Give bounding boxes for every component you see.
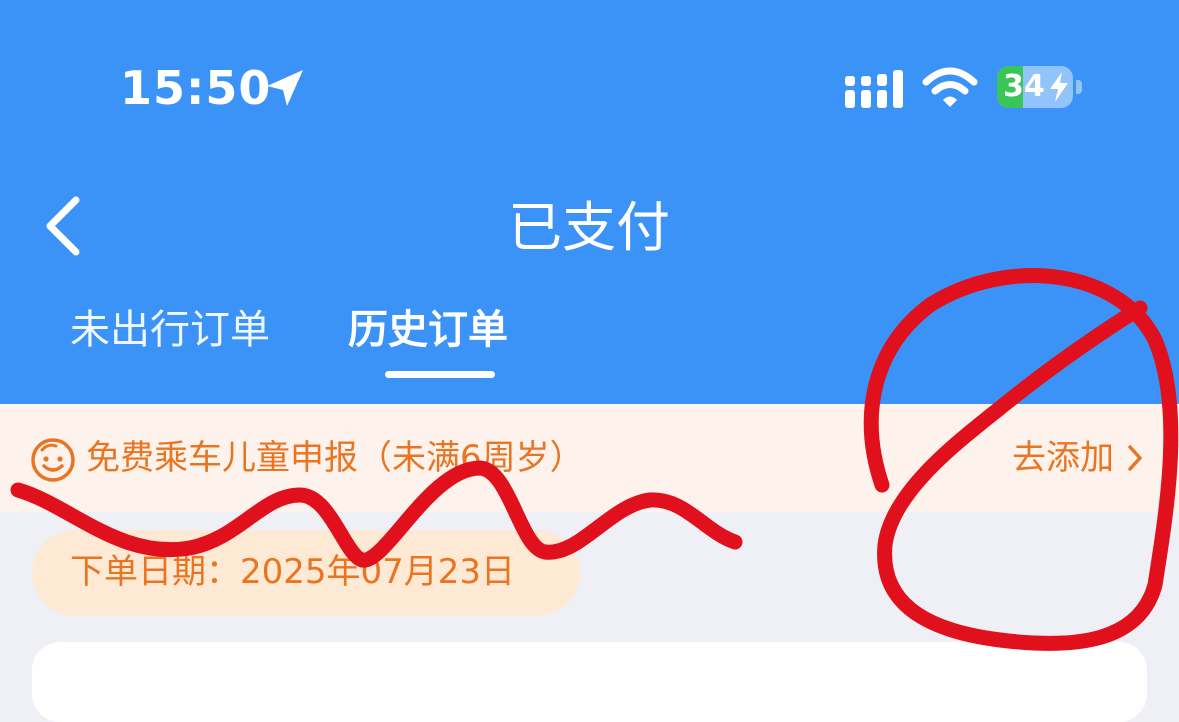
- app-header: 15:50 34 已支付 未出行订单 历史订单: [0, 0, 1179, 404]
- back-button[interactable]: [28, 188, 98, 264]
- tab-upcoming-orders[interactable]: 未出行订单: [70, 302, 270, 358]
- child-declaration-text: 免费乘车儿童申报（未满6周岁）: [86, 438, 584, 478]
- tab-history-orders[interactable]: 历史订单: [348, 302, 508, 358]
- battery-level: 34: [1003, 69, 1045, 104]
- status-time: 15:50: [120, 61, 272, 115]
- battery-body: 34: [997, 66, 1073, 108]
- page-title: 已支付: [508, 196, 670, 259]
- order-card[interactable]: [32, 642, 1147, 722]
- wifi-icon: [922, 67, 978, 107]
- add-child-label: 去添加: [1012, 438, 1114, 478]
- charging-bolt-icon: [1050, 72, 1068, 102]
- battery-charging-icon: 34: [997, 66, 1085, 110]
- battery-tip: [1076, 80, 1082, 94]
- add-child-button[interactable]: 去添加: [1012, 434, 1148, 482]
- active-tab-indicator: [385, 371, 495, 378]
- cellular-signal-icon: [845, 70, 903, 108]
- location-arrow-icon: [267, 70, 303, 106]
- chevron-right-icon: [1128, 445, 1142, 471]
- order-date-text: 下单日期：2025年07月23日: [70, 552, 516, 592]
- smiley-face-icon: [31, 438, 75, 482]
